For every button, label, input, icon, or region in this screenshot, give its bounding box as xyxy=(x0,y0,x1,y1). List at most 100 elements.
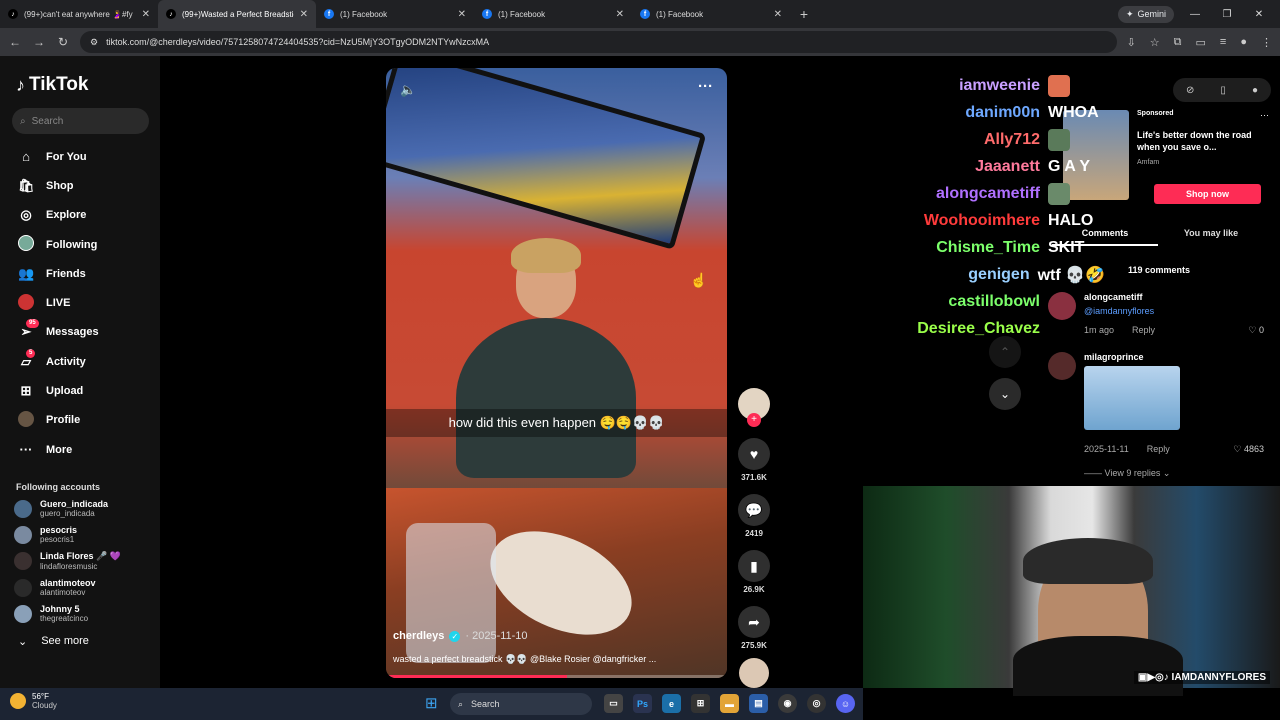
menu-icon[interactable]: ⋮ xyxy=(1261,36,1272,49)
account-name: Linda Flores 🎤 💜 xyxy=(40,551,121,562)
like-button[interactable]: ♥ 371.6K xyxy=(736,438,772,482)
share-button[interactable]: ➦ 275.9K xyxy=(736,606,772,650)
chat-user: Chisme_Time xyxy=(936,238,1040,256)
minimize-icon[interactable]: — xyxy=(1184,9,1206,20)
window-controls: ✦ Gemini — ❐ ✕ xyxy=(1117,0,1280,28)
sidebar-item-messages[interactable]: ➢ 95 Messages xyxy=(12,318,148,347)
edge-icon[interactable]: e xyxy=(662,694,681,713)
bookmark-star-icon[interactable]: ☆ xyxy=(1150,36,1160,49)
tab-you-may-like[interactable]: You may like xyxy=(1158,228,1264,246)
comment-like-button[interactable]: ♡ 4863 xyxy=(1233,444,1264,455)
sidebar-item-explore[interactable]: ◎ Explore xyxy=(12,201,148,230)
sidebar-item-following[interactable]: Following xyxy=(12,230,148,259)
profile-icon[interactable]: ● xyxy=(1240,36,1247,49)
account-item[interactable]: Linda Flores 🎤 💜 lindafloresmusic xyxy=(14,551,148,571)
sidebar-item-friends[interactable]: 👥 Friends xyxy=(12,259,148,288)
creator-avatar[interactable]: + xyxy=(738,388,770,427)
sidebar-item-upload[interactable]: ⊞ Upload xyxy=(12,376,148,405)
weather-widget[interactable]: 56°F Cloudy xyxy=(10,692,57,710)
sidebar-item-live[interactable]: LIVE xyxy=(12,288,148,317)
sidepanel-icon[interactable]: ▭ xyxy=(1196,36,1206,49)
sidebar-item-shop[interactable]: 🛍 Shop xyxy=(12,171,148,200)
back-icon[interactable]: ← xyxy=(8,35,22,49)
device-icon[interactable]: ▯ xyxy=(1220,85,1226,96)
account-handle: guero_indicada xyxy=(40,509,95,519)
browser-tab-4[interactable]: f (1) Facebook ✕ xyxy=(474,0,632,28)
new-tab-button[interactable]: + xyxy=(790,6,818,22)
browser-tab-2[interactable]: ♪ (99+)Wasted a Perfect Breadstick ✕ xyxy=(158,0,316,28)
sidebar-item-activity[interactable]: ▱ 5 Activity xyxy=(12,347,148,376)
comment-button[interactable]: 💬 2419 xyxy=(736,494,772,538)
sidebar-item-profile[interactable]: Profile xyxy=(12,406,148,435)
app-icon[interactable]: ▤ xyxy=(749,694,768,713)
sidebar-item-more[interactable]: ··· More xyxy=(12,435,148,464)
avatar[interactable] xyxy=(1048,352,1076,380)
reload-icon[interactable]: ↻ xyxy=(56,35,70,49)
discord-icon[interactable]: ☺ xyxy=(836,694,855,713)
gemini-button[interactable]: ✦ Gemini xyxy=(1117,5,1174,23)
right-panel-icons: ⊘ ▯ ● xyxy=(1173,78,1271,102)
reply-button[interactable]: Reply xyxy=(1132,325,1155,335)
view-replies-button[interactable]: —— View 9 replies ⌄ xyxy=(1084,468,1170,479)
user-avatar[interactable]: ● xyxy=(1252,85,1258,96)
media-icon[interactable]: ≡ xyxy=(1220,36,1226,49)
sound-avatar[interactable] xyxy=(739,658,769,688)
browser-tab-1[interactable]: ♪ (99+)can't eat anywhere 🤰#fy ✕ xyxy=(0,0,158,28)
comment-user[interactable]: milagroprince xyxy=(1084,352,1144,362)
windows-taskbar: 56°F Cloudy ⊞ ⌕ Search ▭ Ps e ⊞ ▬ ▤ ◉ ◎ … xyxy=(0,688,863,720)
chat-user: castillobowl xyxy=(948,292,1040,310)
video-player[interactable]: 🔈 ··· how did this even happen 🤤🤤💀💀 cher… xyxy=(386,68,727,678)
close-tab-icon[interactable]: ✕ xyxy=(616,9,624,20)
scroll-down-button[interactable]: ⌄ xyxy=(989,378,1021,410)
url-field[interactable]: ⚙ tiktok.com/@cherdleys/video/7571258074… xyxy=(80,31,1117,53)
account-name: Guero_indicada xyxy=(40,499,109,510)
site-info-icon[interactable]: ⚙ xyxy=(90,37,98,48)
browser-tab-5[interactable]: f (1) Facebook ✕ xyxy=(632,0,790,28)
logo-text: TikTok xyxy=(29,74,89,95)
chat-user: Jaaanett xyxy=(975,157,1040,175)
close-tab-icon[interactable]: ✕ xyxy=(142,9,150,20)
weather-icon xyxy=(10,693,26,709)
photoshop-icon[interactable]: Ps xyxy=(633,694,652,713)
file-explorer-icon[interactable]: ▬ xyxy=(720,694,739,713)
ad-more-icon[interactable]: ··· xyxy=(1260,110,1269,120)
more-options-icon[interactable]: ··· xyxy=(698,78,713,95)
comment-like-count: 4863 xyxy=(1243,444,1264,454)
account-item[interactable]: Johnny 5 thegreatcinco xyxy=(14,604,148,623)
more-icon: ··· xyxy=(19,442,33,458)
sidebar-item-for-you[interactable]: ⌂ For You xyxy=(12,142,148,171)
restore-icon[interactable]: ❐ xyxy=(1216,9,1238,20)
shop-now-button[interactable]: Shop now xyxy=(1154,184,1261,204)
chrome-icon[interactable]: ◉ xyxy=(778,694,797,713)
account-item[interactable]: alantimoteov alantimoteov xyxy=(14,578,148,597)
search-icon: ⌕ xyxy=(20,115,26,127)
account-item[interactable]: pesocris pesocris1 xyxy=(14,525,148,544)
browser-tab-3[interactable]: f (1) Facebook ✕ xyxy=(316,0,474,28)
close-window-icon[interactable]: ✕ xyxy=(1248,9,1270,20)
windows-start-icon[interactable]: ⊞ xyxy=(425,696,441,712)
search-input[interactable]: ⌕ Search xyxy=(12,108,149,134)
close-tab-icon[interactable]: ✕ xyxy=(300,9,308,20)
reply-button[interactable]: Reply xyxy=(1147,444,1170,454)
save-button[interactable]: ▮ 26.9K xyxy=(736,550,772,594)
extensions-icon[interactable]: ⧉ xyxy=(1174,36,1182,49)
chat-message: Chisme_Time SKIT xyxy=(905,234,1105,261)
obs-icon[interactable]: ◎ xyxy=(807,694,826,713)
comment-like-button[interactable]: ♡ 0 xyxy=(1248,325,1264,336)
account-item[interactable]: Guero_indicada guero_indicada xyxy=(14,499,148,518)
compass-icon[interactable]: ⊘ xyxy=(1186,85,1194,96)
install-icon[interactable]: ⇩ xyxy=(1127,36,1136,49)
follow-plus-icon[interactable]: + xyxy=(747,413,761,427)
video-author[interactable]: cherdleys ✓ · 2025-11-10 xyxy=(393,630,528,642)
task-view-icon[interactable]: ▭ xyxy=(604,694,623,713)
close-tab-icon[interactable]: ✕ xyxy=(458,9,466,20)
tiktok-logo[interactable]: ♪ TikTok xyxy=(16,74,148,96)
close-tab-icon[interactable]: ✕ xyxy=(774,9,782,20)
sidebar-item-label: For You xyxy=(46,150,87,163)
forward-icon[interactable]: → xyxy=(32,35,46,49)
volume-icon[interactable]: 🔈 xyxy=(400,82,416,98)
video-progress-bar[interactable] xyxy=(386,675,727,678)
see-more-button[interactable]: ⌄ See more xyxy=(18,635,148,648)
taskbar-search[interactable]: ⌕ Search xyxy=(450,693,592,715)
store-icon[interactable]: ⊞ xyxy=(691,694,710,713)
